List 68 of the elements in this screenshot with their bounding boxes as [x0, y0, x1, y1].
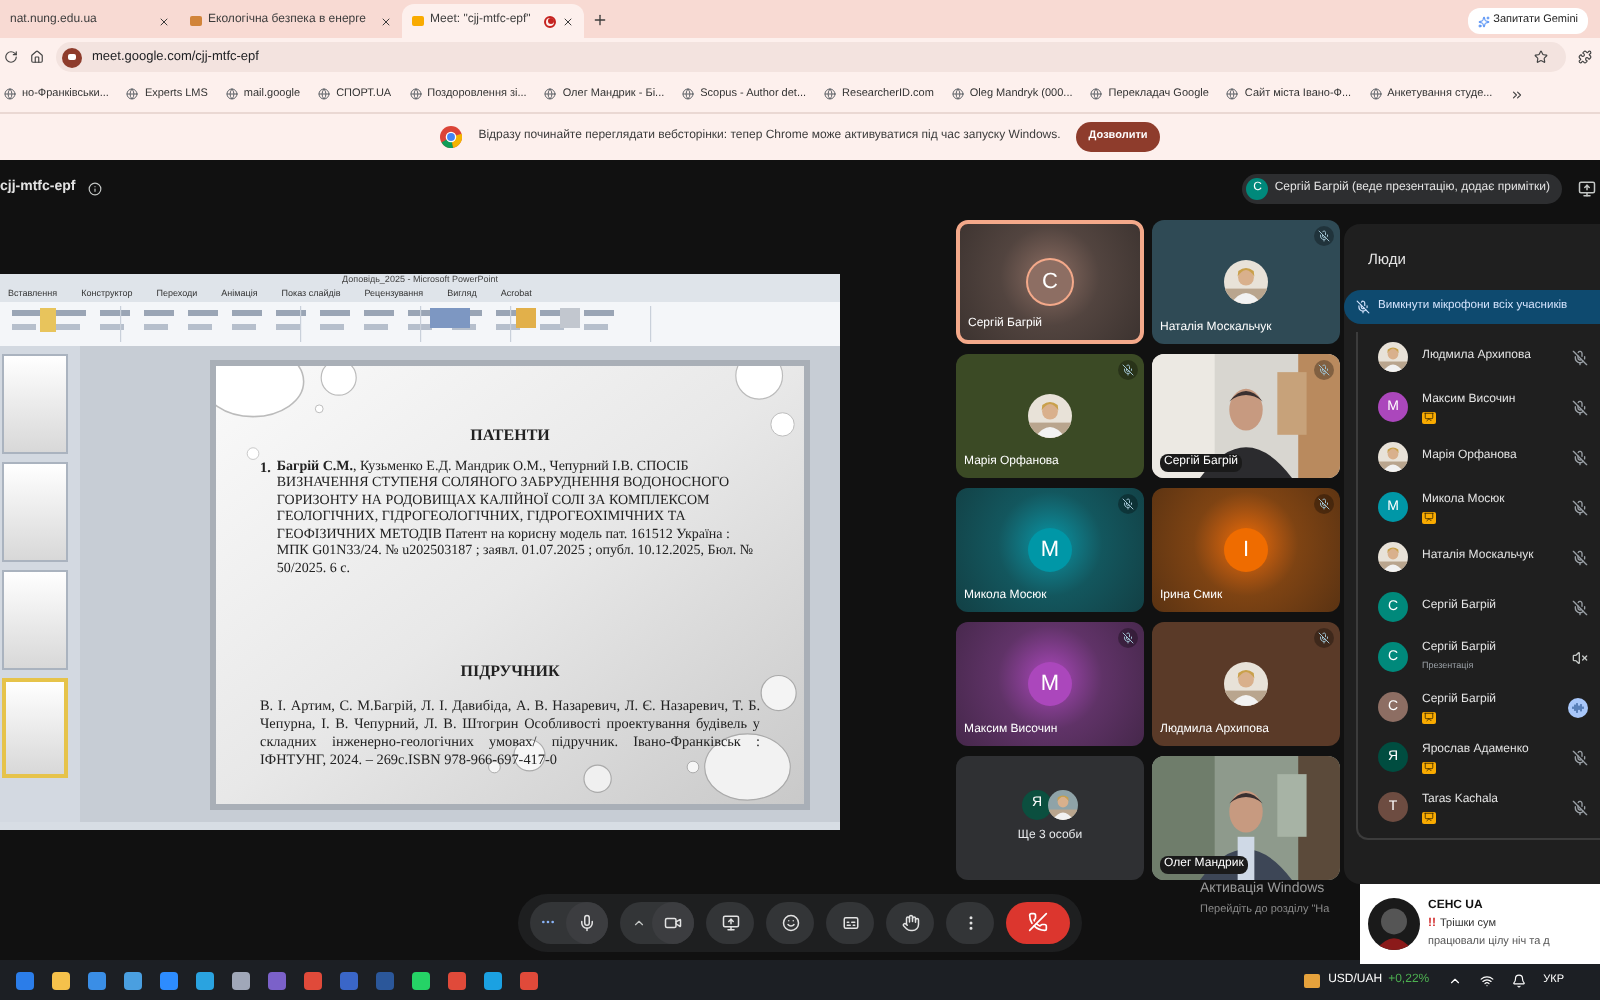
captions-icon	[841, 913, 859, 931]
bell-icon[interactable]	[1511, 973, 1526, 987]
mic-off-icon[interactable]	[1572, 549, 1588, 566]
present-button[interactable]	[706, 901, 754, 943]
sparkle-icon	[1477, 15, 1490, 27]
slide-heading: ПАТЕНТИ	[470, 425, 550, 443]
site-icon	[544, 88, 557, 100]
currency-icon	[1304, 973, 1321, 987]
reload-icon[interactable]	[4, 50, 18, 64]
close-icon[interactable]	[562, 15, 575, 27]
avatar: М	[1028, 528, 1072, 572]
site-icon	[1090, 88, 1103, 100]
mic-off-icon[interactable]	[1572, 449, 1588, 466]
site-icon	[126, 88, 139, 100]
present-screen-icon	[721, 913, 739, 931]
camera-icon	[664, 913, 682, 931]
hand-button[interactable]	[886, 901, 934, 943]
mic-off-icon[interactable]	[1572, 499, 1588, 516]
avatar: І	[1224, 528, 1268, 572]
leave-call-button[interactable]	[1006, 901, 1070, 943]
screen-share-icon[interactable]	[1578, 179, 1596, 197]
caret-icon[interactable]	[632, 915, 646, 929]
site-icon	[4, 88, 16, 100]
browser-logo-icon	[440, 126, 463, 148]
mic-off-icon[interactable]	[1572, 749, 1588, 766]
raise-hand-icon	[901, 913, 919, 931]
site-icon	[824, 88, 837, 100]
mic-off-icon[interactable]	[1572, 349, 1588, 366]
slide-thumbnail[interactable]	[2, 462, 68, 562]
mic-off-icon[interactable]	[1572, 599, 1588, 616]
reactions-button[interactable]	[766, 901, 814, 943]
emoji-icon	[781, 913, 799, 931]
mic-off-icon[interactable]	[1572, 399, 1588, 416]
site-icon	[682, 88, 695, 100]
tray-expand-icon[interactable]	[1447, 973, 1462, 987]
info-icon[interactable]	[87, 181, 102, 195]
more-bookmarks-icon[interactable]	[1510, 87, 1525, 101]
close-icon[interactable]	[158, 15, 170, 27]
site-icon	[951, 88, 964, 100]
new-tab-icon[interactable]	[592, 12, 609, 28]
speaking-icon[interactable]	[1568, 697, 1588, 718]
slide-heading: ПІДРУЧНИК	[460, 662, 560, 681]
home-icon[interactable]	[30, 50, 44, 64]
close-icon[interactable]	[380, 15, 393, 27]
mic-button[interactable]	[566, 901, 608, 943]
site-icon	[409, 88, 422, 100]
site-icon	[1369, 88, 1382, 100]
site-icon	[1226, 88, 1239, 100]
avatar: С	[1028, 260, 1072, 304]
mic-icon	[578, 913, 596, 931]
slide-thumbnail[interactable]	[2, 678, 68, 778]
mic-off-icon	[1356, 300, 1370, 315]
avatar: М	[1028, 662, 1072, 706]
hang-up-icon	[1028, 912, 1048, 932]
wifi-icon[interactable]	[1479, 973, 1494, 987]
captions-button[interactable]	[826, 901, 874, 943]
bookmark-star-icon[interactable]	[1534, 50, 1548, 64]
mic-off-icon[interactable]	[1572, 799, 1588, 816]
sound-off-icon[interactable]	[1572, 649, 1588, 666]
camera-button[interactable]	[652, 901, 694, 943]
site-icon	[318, 88, 331, 100]
site-icon	[190, 16, 202, 26]
extensions-icon[interactable]	[1578, 50, 1592, 64]
site-icon	[412, 16, 425, 26]
site-icon	[225, 88, 238, 100]
slide-thumbnail[interactable]	[2, 570, 68, 670]
site-info-icon[interactable]	[62, 47, 82, 67]
slide-thumbnail[interactable]	[2, 354, 68, 454]
